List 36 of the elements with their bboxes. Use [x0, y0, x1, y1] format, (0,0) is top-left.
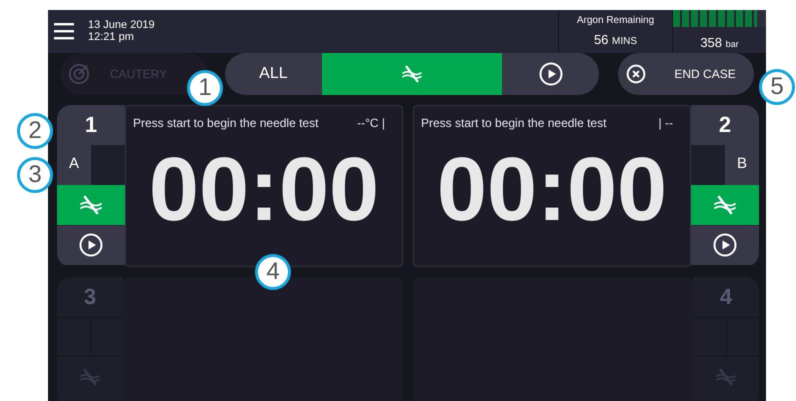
callout-marker: 2 — [17, 113, 53, 149]
play-icon — [713, 233, 737, 257]
channel-letter[interactable]: B — [725, 144, 759, 184]
channel-number: 1 — [57, 104, 125, 144]
time-text: 12:21 pm — [88, 31, 135, 44]
needle-icon — [79, 368, 101, 386]
play-mode-tab[interactable] — [502, 52, 600, 94]
instruction-text: Press start to begin the needle test — [421, 114, 606, 132]
end-case-button[interactable]: END CASE — [618, 52, 754, 94]
needle-icon — [713, 194, 737, 214]
callout-marker: 5 — [759, 69, 795, 105]
temperature-reading: --°C | — [357, 114, 386, 132]
channel-letter[interactable]: A — [57, 144, 91, 184]
date-text: 13 June 2019 — [88, 19, 155, 32]
callout-marker: 3 — [17, 157, 53, 193]
instruction-text: Press start to begin the needle test — [133, 114, 318, 132]
timer-display: 00:00 — [436, 144, 668, 234]
play-icon — [79, 233, 103, 257]
play-button[interactable] — [57, 224, 125, 264]
channel-number: 4 — [720, 283, 732, 311]
needle-icon — [400, 64, 423, 82]
argon-minutes: 56 MINS — [594, 31, 638, 49]
needle-icon — [715, 368, 737, 386]
timer-display: 00:00 — [148, 144, 380, 234]
needle-icon — [79, 194, 103, 214]
temperature-reading: | -- — [658, 114, 674, 132]
channel-number: 3 — [84, 283, 96, 311]
argon-pressure: 358 bar — [700, 34, 739, 52]
play-button[interactable] — [691, 224, 759, 264]
play-icon — [538, 62, 563, 86]
argon-label: Argon Remaining — [576, 14, 654, 28]
close-icon — [626, 64, 646, 84]
channel-number: 2 — [691, 104, 759, 144]
target-icon — [68, 62, 90, 84]
menu-icon[interactable] — [54, 22, 74, 40]
mode-tab[interactable]: ALL — [224, 52, 322, 94]
